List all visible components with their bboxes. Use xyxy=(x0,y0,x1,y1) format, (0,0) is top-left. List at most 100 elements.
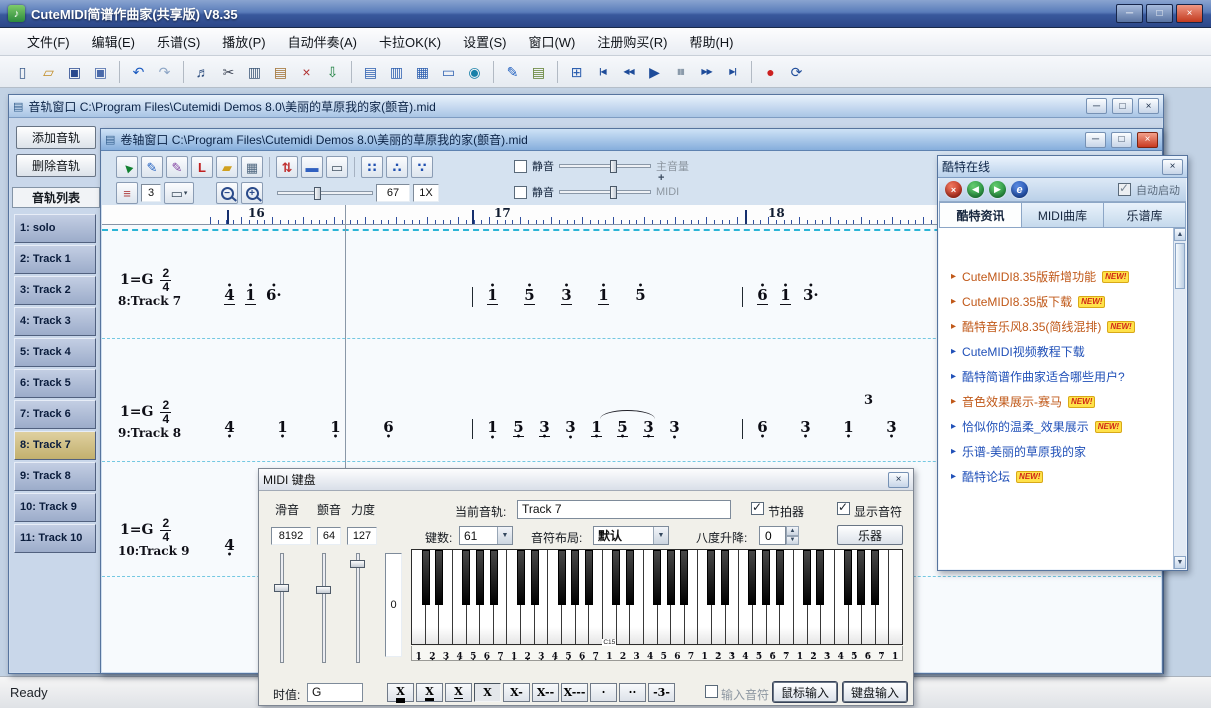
track-item-5[interactable]: 5: Track 4 xyxy=(14,338,96,367)
pencil-icon[interactable]: ✎ xyxy=(500,59,525,84)
note[interactable]: 5 xyxy=(524,287,535,305)
half-note-button[interactable]: X- xyxy=(503,683,530,702)
input-note-checkbox[interactable] xyxy=(705,685,718,698)
chevron-down-icon[interactable]: ▼ xyxy=(653,527,668,544)
black-key[interactable] xyxy=(667,550,675,605)
scrollbar-thumb[interactable] xyxy=(1175,243,1185,289)
menu-item-4[interactable]: 自动伴奏(A) xyxy=(277,28,368,55)
note[interactable]: 1 xyxy=(277,419,288,436)
menu-item-8[interactable]: 注册购买(R) xyxy=(586,28,678,55)
black-key[interactable] xyxy=(422,550,430,605)
white-key-36[interactable] xyxy=(889,550,902,644)
news-link-text[interactable]: 酷特简谱作曲家适合哪些用户? xyxy=(962,368,1125,385)
roll-window-titlebar[interactable]: ▤ 卷轴窗口 C:\Program Files\Cutemidi Demos 8… xyxy=(101,129,1162,151)
black-key[interactable] xyxy=(762,550,770,605)
triplet-button[interactable]: -3- xyxy=(648,683,675,702)
maximize-button[interactable]: □ xyxy=(1146,4,1173,23)
news-link-text[interactable]: 酷特音乐风8.35(简线混排) xyxy=(962,318,1101,335)
news-link-6[interactable]: ▸恰似你的温柔_效果展示NEW! xyxy=(939,414,1186,439)
black-key[interactable] xyxy=(490,550,498,605)
black-key[interactable] xyxy=(721,550,729,605)
news-link-0[interactable]: ▸CuteMIDI8.35版新增功能NEW! xyxy=(939,264,1186,289)
refresh-button[interactable]: e xyxy=(1011,181,1028,198)
panel-tab-1[interactable]: MIDI曲库 xyxy=(1022,202,1104,228)
scroll-up-icon[interactable]: ▲ xyxy=(1174,228,1186,241)
delete-track-button[interactable]: 删除音轨 xyxy=(16,154,96,177)
spin-down-icon[interactable]: ▼ xyxy=(786,536,799,546)
note[interactable]: 6 xyxy=(383,419,394,436)
news-link-text[interactable]: 酷特论坛 xyxy=(962,468,1010,485)
note[interactable]: 1 xyxy=(245,287,256,305)
kute-panel-titlebar[interactable]: 酷特在线 × xyxy=(938,156,1187,178)
note[interactable]: 3 xyxy=(643,419,654,437)
notepad-icon[interactable]: ▤ xyxy=(526,59,551,84)
menu-item-9[interactable]: 帮助(H) xyxy=(678,28,744,55)
record-icon[interactable]: ● xyxy=(758,59,783,84)
track-item-3[interactable]: 3: Track 2 xyxy=(14,276,96,305)
velocity-slider[interactable] xyxy=(349,553,367,663)
roll-window-restore-button[interactable]: □ xyxy=(1111,132,1132,148)
first-icon[interactable]: |◀ xyxy=(590,59,615,84)
play-icon[interactable]: ▶ xyxy=(642,59,667,84)
back-button[interactable]: ◀ xyxy=(967,181,984,198)
paste-icon[interactable]: ▤ xyxy=(268,59,293,84)
bend-slider[interactable] xyxy=(273,553,291,663)
note[interactable]: 5 xyxy=(617,419,628,437)
black-key[interactable] xyxy=(653,550,661,605)
news-link-3[interactable]: ▸CuteMIDI视频教程下载 xyxy=(939,339,1186,364)
black-key[interactable] xyxy=(571,550,579,605)
page-view-icon[interactable]: ▥ xyxy=(384,59,409,84)
current-track-input[interactable]: Track 7 xyxy=(517,500,731,519)
vibrato-slider-thumb[interactable] xyxy=(316,586,331,594)
note[interactable]: 1 xyxy=(591,419,602,437)
track-item-2[interactable]: 2: Track 1 xyxy=(14,245,96,274)
vibrato-slider[interactable] xyxy=(315,553,333,663)
bend-slider-thumb[interactable] xyxy=(274,584,289,592)
midi-dialog-titlebar[interactable]: MIDI 键盘 × xyxy=(259,469,913,491)
track-item-4[interactable]: 4: Track 3 xyxy=(14,307,96,336)
stop-button[interactable]: × xyxy=(945,181,962,198)
note[interactable]: 3 xyxy=(539,419,550,437)
roll-window-close-button[interactable]: × xyxy=(1137,132,1158,148)
black-key[interactable] xyxy=(531,550,539,605)
note[interactable]: 1 xyxy=(780,287,791,305)
dot-button[interactable]: · xyxy=(590,683,617,702)
instrument-button[interactable]: 乐器 xyxy=(837,525,903,545)
show-notes-checkbox[interactable] xyxy=(837,502,850,515)
rewind-icon[interactable]: ◀◀ xyxy=(616,59,641,84)
menu-item-6[interactable]: 设置(S) xyxy=(452,28,517,55)
black-key[interactable] xyxy=(803,550,811,605)
copy-icon[interactable]: ▥ xyxy=(242,59,267,84)
velocity-slider-thumb[interactable] xyxy=(350,560,365,568)
save-icon[interactable]: ▣ xyxy=(62,59,87,84)
track-item-7[interactable]: 7: Track 6 xyxy=(14,400,96,429)
track-item-9[interactable]: 9: Track 8 xyxy=(14,462,96,491)
quarter-note-button[interactable]: X xyxy=(474,683,501,702)
track-item-6[interactable]: 6: Track 5 xyxy=(14,369,96,398)
note[interactable]: 4 xyxy=(224,537,235,554)
note[interactable]: 5 xyxy=(513,419,524,437)
delete-icon[interactable]: × xyxy=(294,59,319,84)
duration-input[interactable]: G xyxy=(307,683,363,702)
web-icon[interactable]: ◉ xyxy=(462,59,487,84)
menu-item-2[interactable]: 乐谱(S) xyxy=(146,28,211,55)
black-key[interactable] xyxy=(871,550,879,605)
import-icon[interactable]: ⇩ xyxy=(320,59,345,84)
autostart-checkbox[interactable] xyxy=(1118,183,1131,196)
16th-note-button[interactable]: X xyxy=(416,683,443,702)
menu-item-3[interactable]: 播放(P) xyxy=(211,28,276,55)
octave-shift-spinner[interactable]: 0 ▲▼ xyxy=(759,526,799,545)
menu-item-1[interactable]: 编辑(E) xyxy=(81,28,146,55)
note[interactable]: 4 xyxy=(224,419,235,436)
note[interactable]: 1 xyxy=(843,419,854,436)
track-window-titlebar[interactable]: ▤ 音轨窗口 C:\Program Files\Cutemidi Demos 8… xyxy=(9,95,1163,118)
notes-tool-icon[interactable]: ♬ xyxy=(190,59,215,84)
note[interactable]: 3 xyxy=(886,419,897,436)
black-key[interactable] xyxy=(844,550,852,605)
black-key[interactable] xyxy=(680,550,688,605)
cut-icon[interactable]: ✂ xyxy=(216,59,241,84)
forward-button[interactable]: ▶ xyxy=(989,181,1006,198)
note[interactable]: 3 xyxy=(561,287,572,305)
chevron-down-icon[interactable]: ▼ xyxy=(497,527,512,544)
track-window-close-button[interactable]: × xyxy=(1138,98,1159,114)
